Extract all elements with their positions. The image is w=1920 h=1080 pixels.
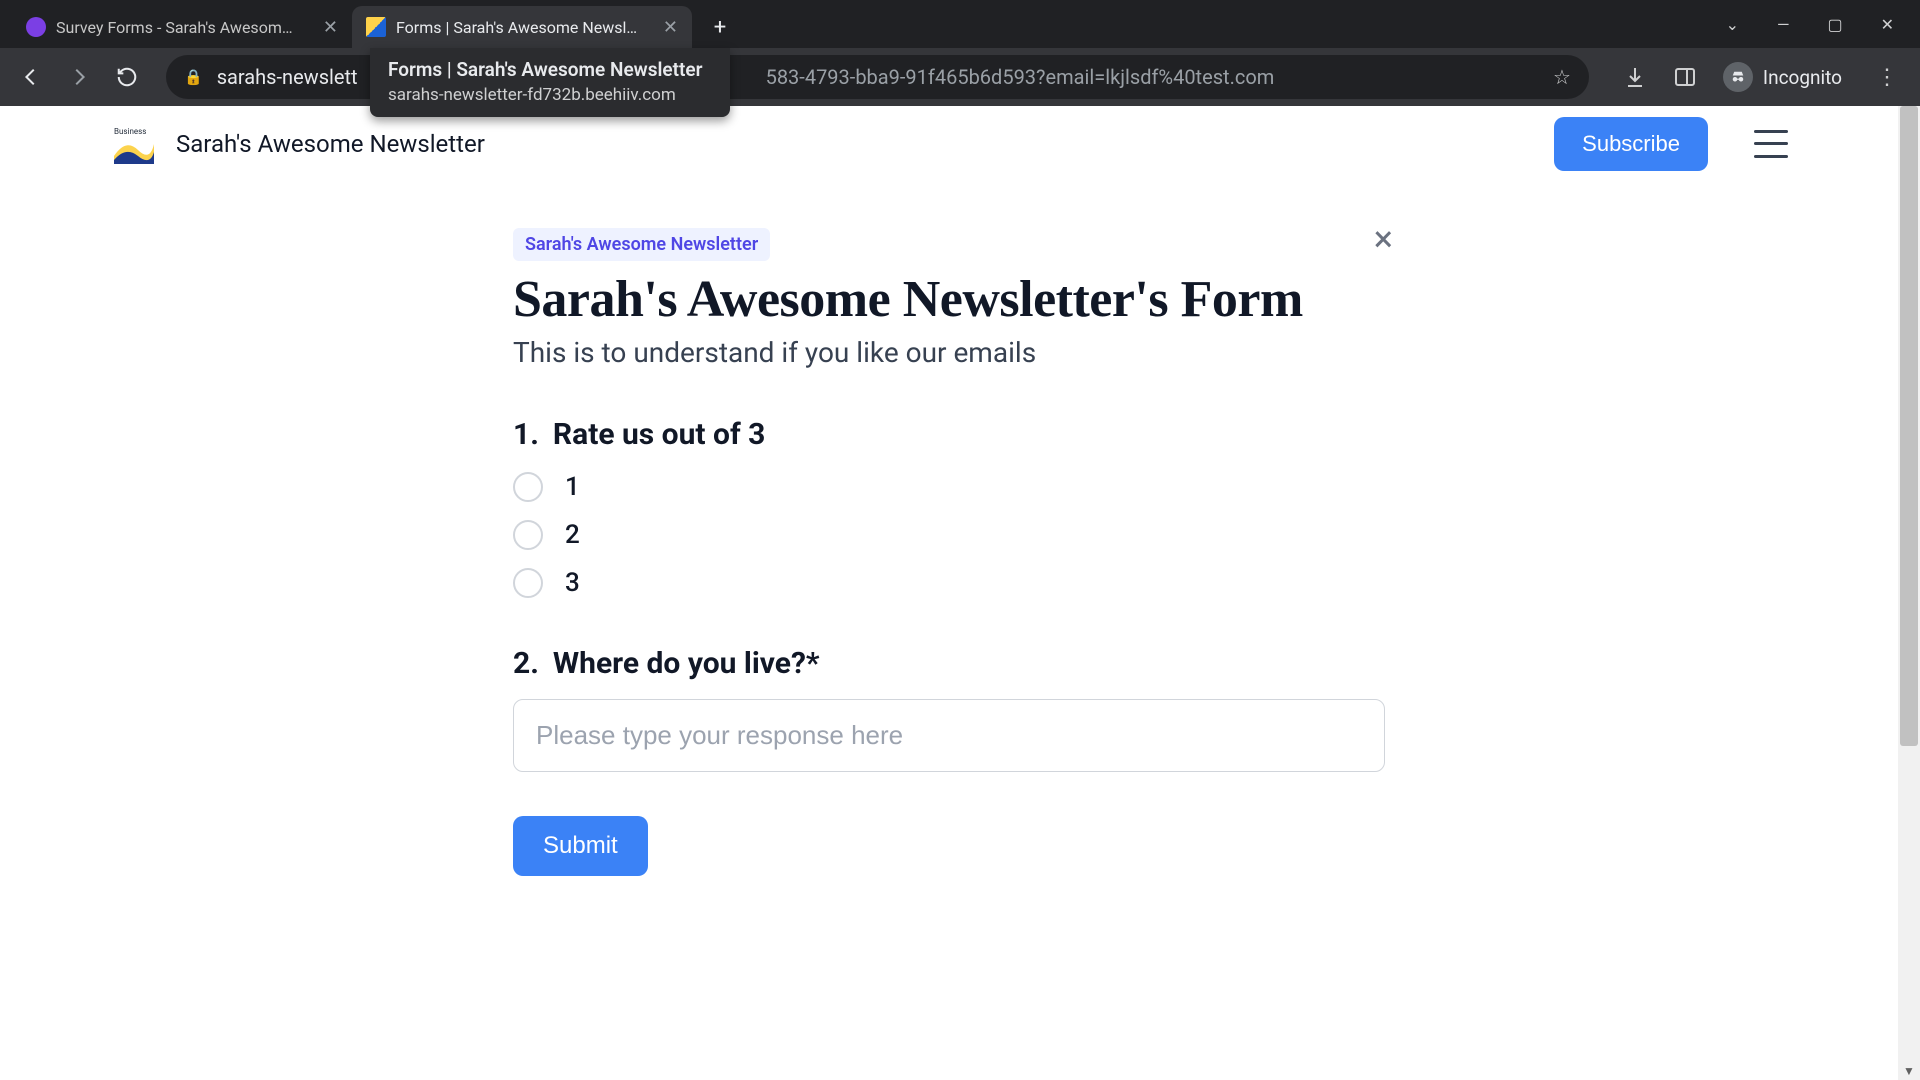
tooltip-title: Forms | Sarah's Awesome Newsletter bbox=[388, 58, 712, 81]
browser-menu-icon[interactable]: ⋮ bbox=[1868, 65, 1906, 90]
tab-forms-newsletter[interactable]: Forms | Sarah's Awesome Newsl… ✕ bbox=[352, 6, 692, 48]
minimize-icon[interactable]: ― bbox=[1777, 15, 1790, 34]
browser-titlebar: Survey Forms - Sarah's Awesom… ✕ Forms |… bbox=[0, 0, 1920, 48]
close-window-icon[interactable]: ✕ bbox=[1881, 15, 1894, 34]
url-path: 583-4793-bba9-91f465b6d593?email=lkjlsdf… bbox=[766, 65, 1275, 89]
maximize-icon[interactable]: ▢ bbox=[1827, 15, 1842, 34]
tab-strip: Survey Forms - Sarah's Awesom… ✕ Forms |… bbox=[0, 0, 738, 48]
site-title[interactable]: Sarah's Awesome Newsletter bbox=[176, 130, 485, 158]
tooltip-url: sarahs-newsletter-fd732b.beehiiv.com bbox=[388, 85, 712, 105]
site-logo-icon[interactable]: Business bbox=[110, 120, 158, 168]
survey-form: × Sarah's Awesome Newsletter Sarah's Awe… bbox=[509, 228, 1389, 876]
option-label: 1 bbox=[565, 472, 580, 502]
favicon-icon bbox=[366, 17, 386, 37]
radio-icon[interactable] bbox=[513, 472, 543, 502]
site-header: Business Sarah's Awesome Newsletter Subs… bbox=[0, 106, 1898, 182]
radio-icon[interactable] bbox=[513, 568, 543, 598]
tab-hover-tooltip: Forms | Sarah's Awesome Newsletter sarah… bbox=[370, 48, 730, 117]
scrollbar-thumb[interactable] bbox=[1900, 106, 1918, 746]
question-number: 2. bbox=[513, 646, 539, 681]
window-controls: ⌄ ― ▢ ✕ bbox=[1726, 0, 1920, 48]
option-3[interactable]: 3 bbox=[513, 568, 1385, 598]
new-tab-button[interactable]: + bbox=[702, 9, 738, 45]
question-text: Where do you live?* bbox=[553, 646, 820, 681]
close-tab-icon[interactable]: ✕ bbox=[663, 17, 678, 38]
side-panel-icon[interactable] bbox=[1673, 65, 1697, 89]
subscribe-button[interactable]: Subscribe bbox=[1554, 117, 1708, 171]
lock-icon[interactable]: 🔒 bbox=[184, 68, 203, 86]
question-text: Rate us out of 3 bbox=[553, 417, 765, 452]
question-2: 2. Where do you live?* bbox=[513, 646, 1385, 772]
incognito-indicator[interactable]: Incognito bbox=[1723, 62, 1842, 92]
option-label: 3 bbox=[565, 568, 580, 598]
svg-text:Business: Business bbox=[114, 127, 146, 136]
tab-title: Survey Forms - Sarah's Awesom… bbox=[56, 18, 307, 37]
form-badge[interactable]: Sarah's Awesome Newsletter bbox=[513, 228, 770, 261]
form-subtitle: This is to understand if you like our em… bbox=[513, 336, 1385, 369]
bookmark-star-icon[interactable]: ☆ bbox=[1553, 65, 1571, 89]
forward-button[interactable] bbox=[62, 60, 96, 94]
downloads-icon[interactable] bbox=[1623, 65, 1647, 89]
question-1: 1. Rate us out of 3 1 2 3 bbox=[513, 417, 1385, 598]
favicon-icon bbox=[26, 17, 46, 37]
question-number: 1. bbox=[513, 417, 539, 452]
browser-toolbar: 🔒 sarahs-newslett 583-4793-bba9-91f465b6… bbox=[0, 48, 1920, 106]
close-form-icon[interactable]: × bbox=[1374, 218, 1393, 260]
vertical-scrollbar[interactable]: ▲ ▼ bbox=[1898, 106, 1920, 1080]
url-host: sarahs-newslett bbox=[217, 65, 358, 89]
option-1[interactable]: 1 bbox=[513, 472, 1385, 502]
tab-survey-forms[interactable]: Survey Forms - Sarah's Awesom… ✕ bbox=[12, 6, 352, 48]
submit-button[interactable]: Submit bbox=[513, 816, 648, 876]
back-button[interactable] bbox=[14, 60, 48, 94]
tab-title: Forms | Sarah's Awesome Newsl… bbox=[396, 18, 647, 37]
reload-button[interactable] bbox=[110, 60, 144, 94]
incognito-icon bbox=[1723, 62, 1753, 92]
incognito-label: Incognito bbox=[1763, 66, 1842, 89]
radio-icon[interactable] bbox=[513, 520, 543, 550]
form-title: Sarah's Awesome Newsletter's Form bbox=[513, 271, 1385, 328]
response-input[interactable] bbox=[513, 699, 1385, 772]
scroll-down-icon[interactable]: ▼ bbox=[1898, 1064, 1920, 1078]
tab-search-icon[interactable]: ⌄ bbox=[1726, 15, 1739, 34]
close-tab-icon[interactable]: ✕ bbox=[323, 17, 338, 38]
page-content: Business Sarah's Awesome Newsletter Subs… bbox=[0, 106, 1898, 1080]
option-label: 2 bbox=[565, 520, 580, 550]
menu-icon[interactable] bbox=[1754, 130, 1788, 158]
option-2[interactable]: 2 bbox=[513, 520, 1385, 550]
